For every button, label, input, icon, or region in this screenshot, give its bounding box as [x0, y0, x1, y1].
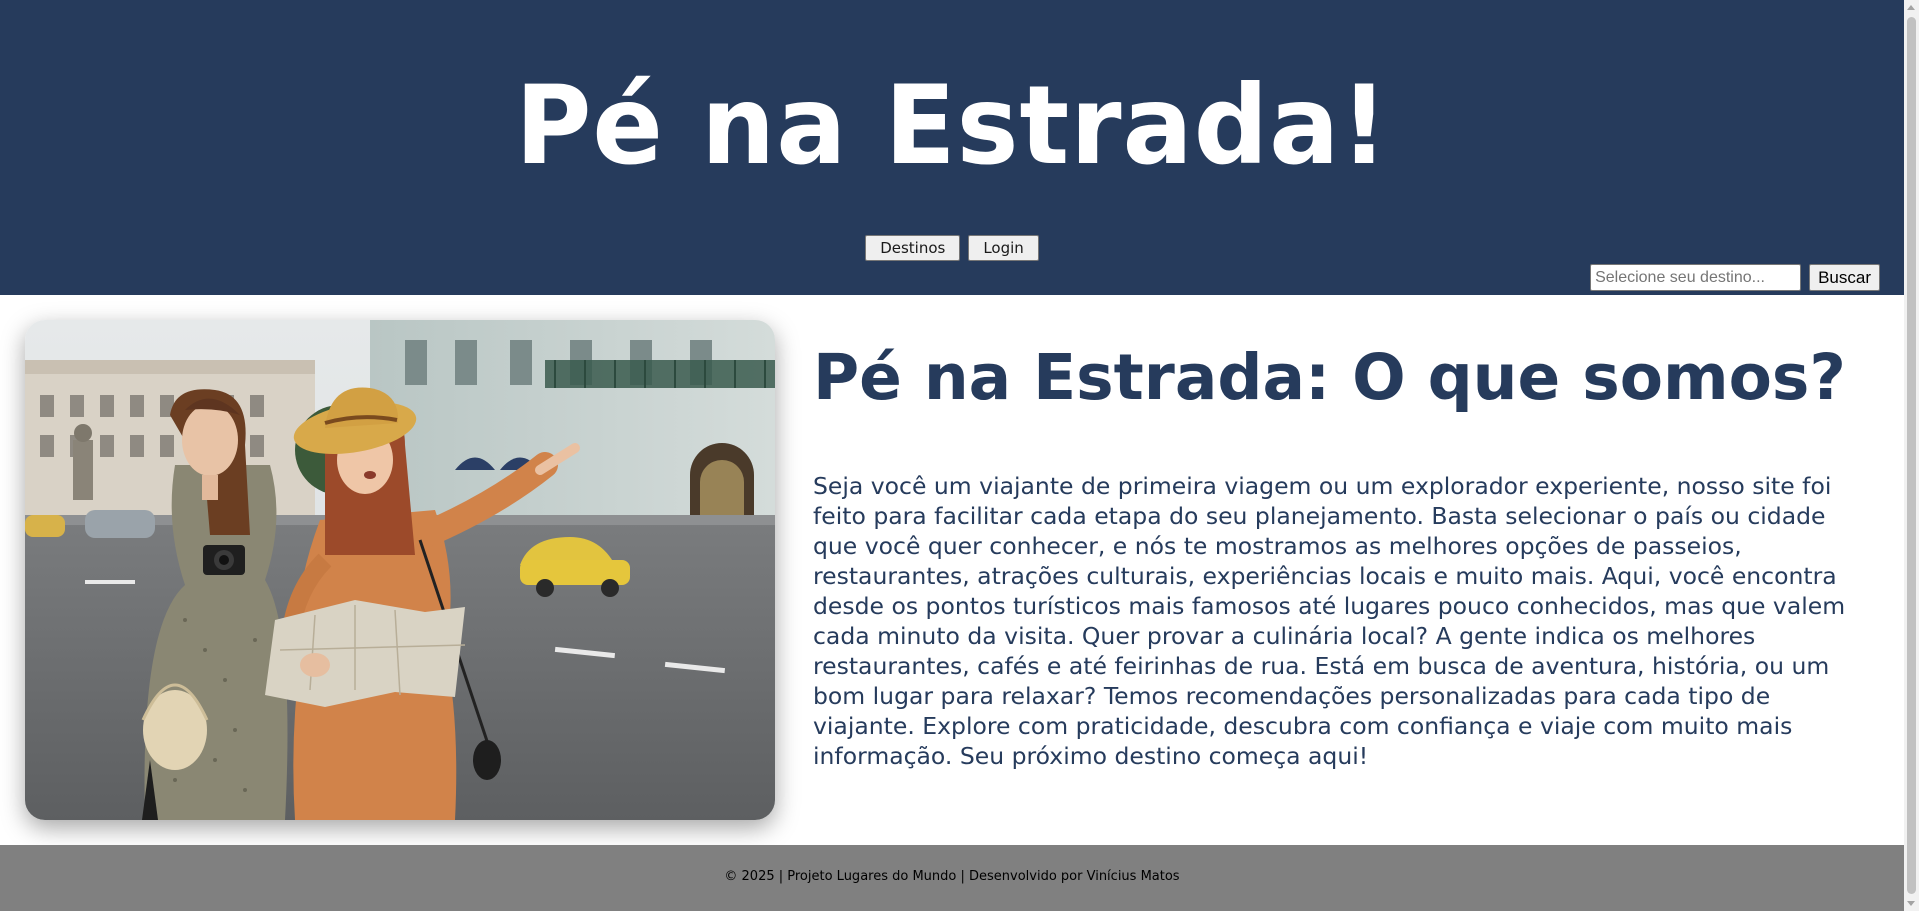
main-content: Pé na Estrada: O que somos? Seja você um…	[0, 295, 1904, 845]
destination-search-input[interactable]	[1590, 264, 1802, 291]
scrollbar-thumb[interactable]	[1907, 17, 1916, 894]
site-header: Pé na Estrada! Destinos Login Buscar	[0, 0, 1904, 295]
site-footer: © 2025 | Projeto Lugares do Mundo | Dese…	[0, 845, 1904, 911]
brand-title: Pé na Estrada!	[515, 60, 1389, 190]
search-area: Buscar	[1590, 264, 1880, 291]
main-nav: Destinos Login	[0, 235, 1904, 261]
footer-text: © 2025 | Projeto Lugares do Mundo | Dese…	[724, 869, 1180, 884]
search-button[interactable]: Buscar	[1809, 264, 1880, 291]
about-title: Pé na Estrada: O que somos?	[813, 341, 1846, 414]
destinos-button[interactable]: Destinos	[865, 235, 961, 261]
page: Pé na Estrada! Destinos Login Buscar	[0, 0, 1904, 911]
login-button[interactable]: Login	[968, 235, 1039, 261]
scroll-up-arrow-icon[interactable]	[1907, 5, 1915, 10]
about-text: Seja você um viajante de primeira viagem…	[813, 472, 1846, 770]
about-section: Pé na Estrada: O que somos? Seja você um…	[813, 335, 1873, 771]
travelers-photo	[25, 320, 775, 820]
vertical-scrollbar[interactable]	[1904, 0, 1919, 911]
hero-image	[25, 320, 775, 820]
scroll-down-arrow-icon[interactable]	[1907, 901, 1915, 906]
